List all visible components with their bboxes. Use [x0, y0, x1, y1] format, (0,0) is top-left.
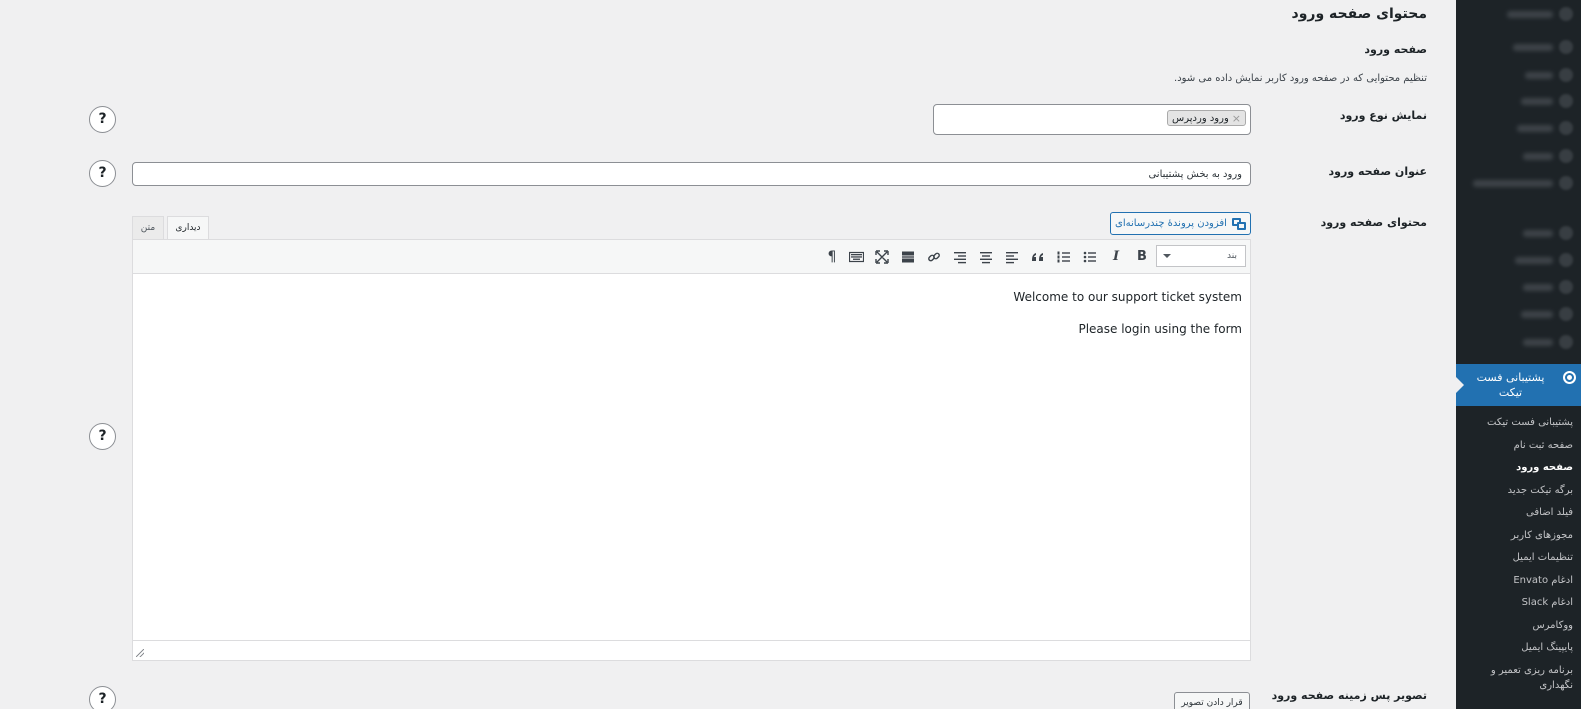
help-button[interactable]: ?	[89, 686, 116, 709]
login-title-label: عنوان صفحه ورود	[1328, 165, 1427, 178]
insert-more-button[interactable]	[898, 247, 918, 267]
paragraph-marks-button[interactable]: ¶	[822, 247, 842, 267]
submenu-item-maintenance[interactable]: برنامه ریزی تعمیر و نگهداری	[1456, 660, 1581, 693]
sidebar-item-blurred[interactable]	[1456, 90, 1581, 112]
submenu-item-login-page[interactable]: صفحه ورود	[1456, 457, 1581, 480]
sidebar-item-blurred[interactable]	[1456, 145, 1581, 167]
sidebar-item-blurred[interactable]	[1456, 36, 1581, 58]
link-icon	[928, 252, 940, 262]
add-media-button[interactable]: افزودن پروندهٔ چندرسانه‌ای	[1110, 212, 1251, 235]
fullscreen-icon	[875, 250, 889, 264]
help-button[interactable]: ?	[89, 106, 116, 133]
page-title: محتوای صفحه ورود	[1291, 6, 1427, 22]
sidebar-item-blurred[interactable]	[1456, 64, 1581, 86]
align-center-icon	[980, 252, 992, 264]
format-select-value: بند	[1227, 251, 1237, 261]
insert-link-button[interactable]	[924, 247, 944, 267]
sidebar-current-label: پشتیبانی فست تیکت	[1476, 371, 1545, 399]
sidebar-item-blurred[interactable]	[1456, 331, 1581, 353]
sidebar-submenu: پشتیبانی فست تیکت صفحه ثبت نام صفحه ورود…	[1456, 412, 1581, 693]
tab-visual[interactable]: دیداری	[167, 216, 209, 240]
login-type-chip[interactable]: × ورود وردپرس	[1167, 110, 1246, 126]
login-type-label: نمایش نوع ورود	[1339, 109, 1427, 122]
align-left-button[interactable]	[1002, 247, 1022, 267]
italic-icon: I	[1112, 249, 1120, 264]
align-left-icon	[1006, 252, 1018, 264]
submenu-item-email-settings[interactable]: تنظیمات ایمیل	[1456, 547, 1581, 570]
resize-handle-icon[interactable]	[136, 649, 144, 657]
quote-icon	[1032, 253, 1043, 261]
align-center-button[interactable]	[976, 247, 996, 267]
bold-icon: B	[1137, 249, 1147, 264]
align-right-button[interactable]	[950, 247, 970, 267]
login-type-multiselect[interactable]: × ورود وردپرس	[933, 104, 1251, 135]
editor-content-area[interactable]: Welcome to our support ticket system Ple…	[133, 274, 1250, 642]
bullet-list-button[interactable]	[1080, 247, 1100, 267]
help-button[interactable]: ?	[89, 160, 116, 187]
editor-paragraph: Welcome to our support ticket system	[1013, 290, 1242, 304]
editor-toolbar: بند B I ¶	[133, 240, 1250, 274]
section-description: تنظیم محتوایی که در صفحه ورود کاربر نمای…	[1174, 73, 1427, 84]
sidebar-item-blurred[interactable]	[1456, 249, 1581, 271]
admin-sidebar: پشتیبانی فست تیکت پشتیبانی فست تیکت صفحه…	[1456, 0, 1581, 709]
editor-paragraph: Please login using the form	[1078, 322, 1242, 336]
help-button[interactable]: ?	[89, 423, 116, 450]
login-content-label: محتوای صفحه ورود	[1320, 216, 1427, 229]
submenu-item-woocommerce[interactable]: ووکامرس	[1456, 615, 1581, 638]
keyboard-icon	[848, 251, 864, 263]
numbered-list-icon	[1057, 251, 1070, 263]
content-editor: بند B I ¶ Welcome to our support ticket …	[132, 239, 1251, 661]
submenu-item-register-page[interactable]: صفحه ثبت نام	[1456, 435, 1581, 458]
bold-button[interactable]: B	[1132, 247, 1152, 267]
bullet-list-icon	[1083, 251, 1096, 263]
toolbar-toggle-button[interactable]	[846, 247, 866, 267]
format-select[interactable]: بند	[1156, 245, 1246, 267]
sidebar-item-blurred[interactable]	[1456, 222, 1581, 244]
submenu-item-fast-ticket[interactable]: پشتیبانی فست تیکت	[1456, 412, 1581, 435]
current-menu-arrow	[1456, 377, 1464, 393]
tab-text[interactable]: متن	[132, 216, 164, 240]
pilcrow-icon: ¶	[827, 249, 837, 265]
sidebar-item-blurred[interactable]	[1456, 117, 1581, 139]
numbered-list-button[interactable]	[1054, 247, 1074, 267]
read-more-icon	[902, 251, 914, 263]
section-title: صفحه ورود	[1364, 43, 1427, 56]
support-icon	[1563, 371, 1576, 384]
chevron-down-icon	[1163, 254, 1171, 258]
chip-label: ورود وردپرس	[1172, 112, 1229, 124]
italic-button[interactable]: I	[1106, 247, 1126, 267]
sidebar-item-fast-ticket[interactable]: پشتیبانی فست تیکت	[1456, 364, 1581, 406]
submenu-item-slack[interactable]: ادغام Slack	[1456, 592, 1581, 615]
add-media-label: افزودن پروندهٔ چندرسانه‌ای	[1115, 218, 1227, 229]
blockquote-button[interactable]	[1028, 247, 1048, 267]
align-right-icon	[954, 252, 966, 264]
background-image-label: تصویر پس زمینه صفحه ورود	[1271, 689, 1427, 702]
submenu-item-envato[interactable]: ادغام Envato	[1456, 570, 1581, 593]
sidebar-item-blurred[interactable]	[1456, 303, 1581, 325]
submenu-item-email-piping[interactable]: پایپینگ ایمیل	[1456, 637, 1581, 660]
submenu-item-new-ticket-page[interactable]: برگه تیکت جدید	[1456, 480, 1581, 503]
sidebar-item-blurred[interactable]	[1456, 276, 1581, 298]
media-icon	[1231, 217, 1246, 230]
editor-statusbar	[133, 640, 1250, 660]
fullscreen-button[interactable]	[872, 247, 892, 267]
chip-remove-icon[interactable]: ×	[1232, 112, 1241, 125]
sidebar-item-blurred[interactable]	[1456, 172, 1581, 194]
set-image-button[interactable]: قرار دادن تصویر	[1174, 692, 1250, 709]
main-content: محتوای صفحه ورود صفحه ورود تنظیم محتوایی…	[0, 0, 1456, 709]
submenu-item-user-permissions[interactable]: مجوزهای کاربر	[1456, 525, 1581, 548]
sidebar-item-blurred[interactable]	[1456, 3, 1581, 25]
submenu-item-extra-fields[interactable]: فیلد اضافی	[1456, 502, 1581, 525]
login-title-input[interactable]	[132, 162, 1251, 186]
